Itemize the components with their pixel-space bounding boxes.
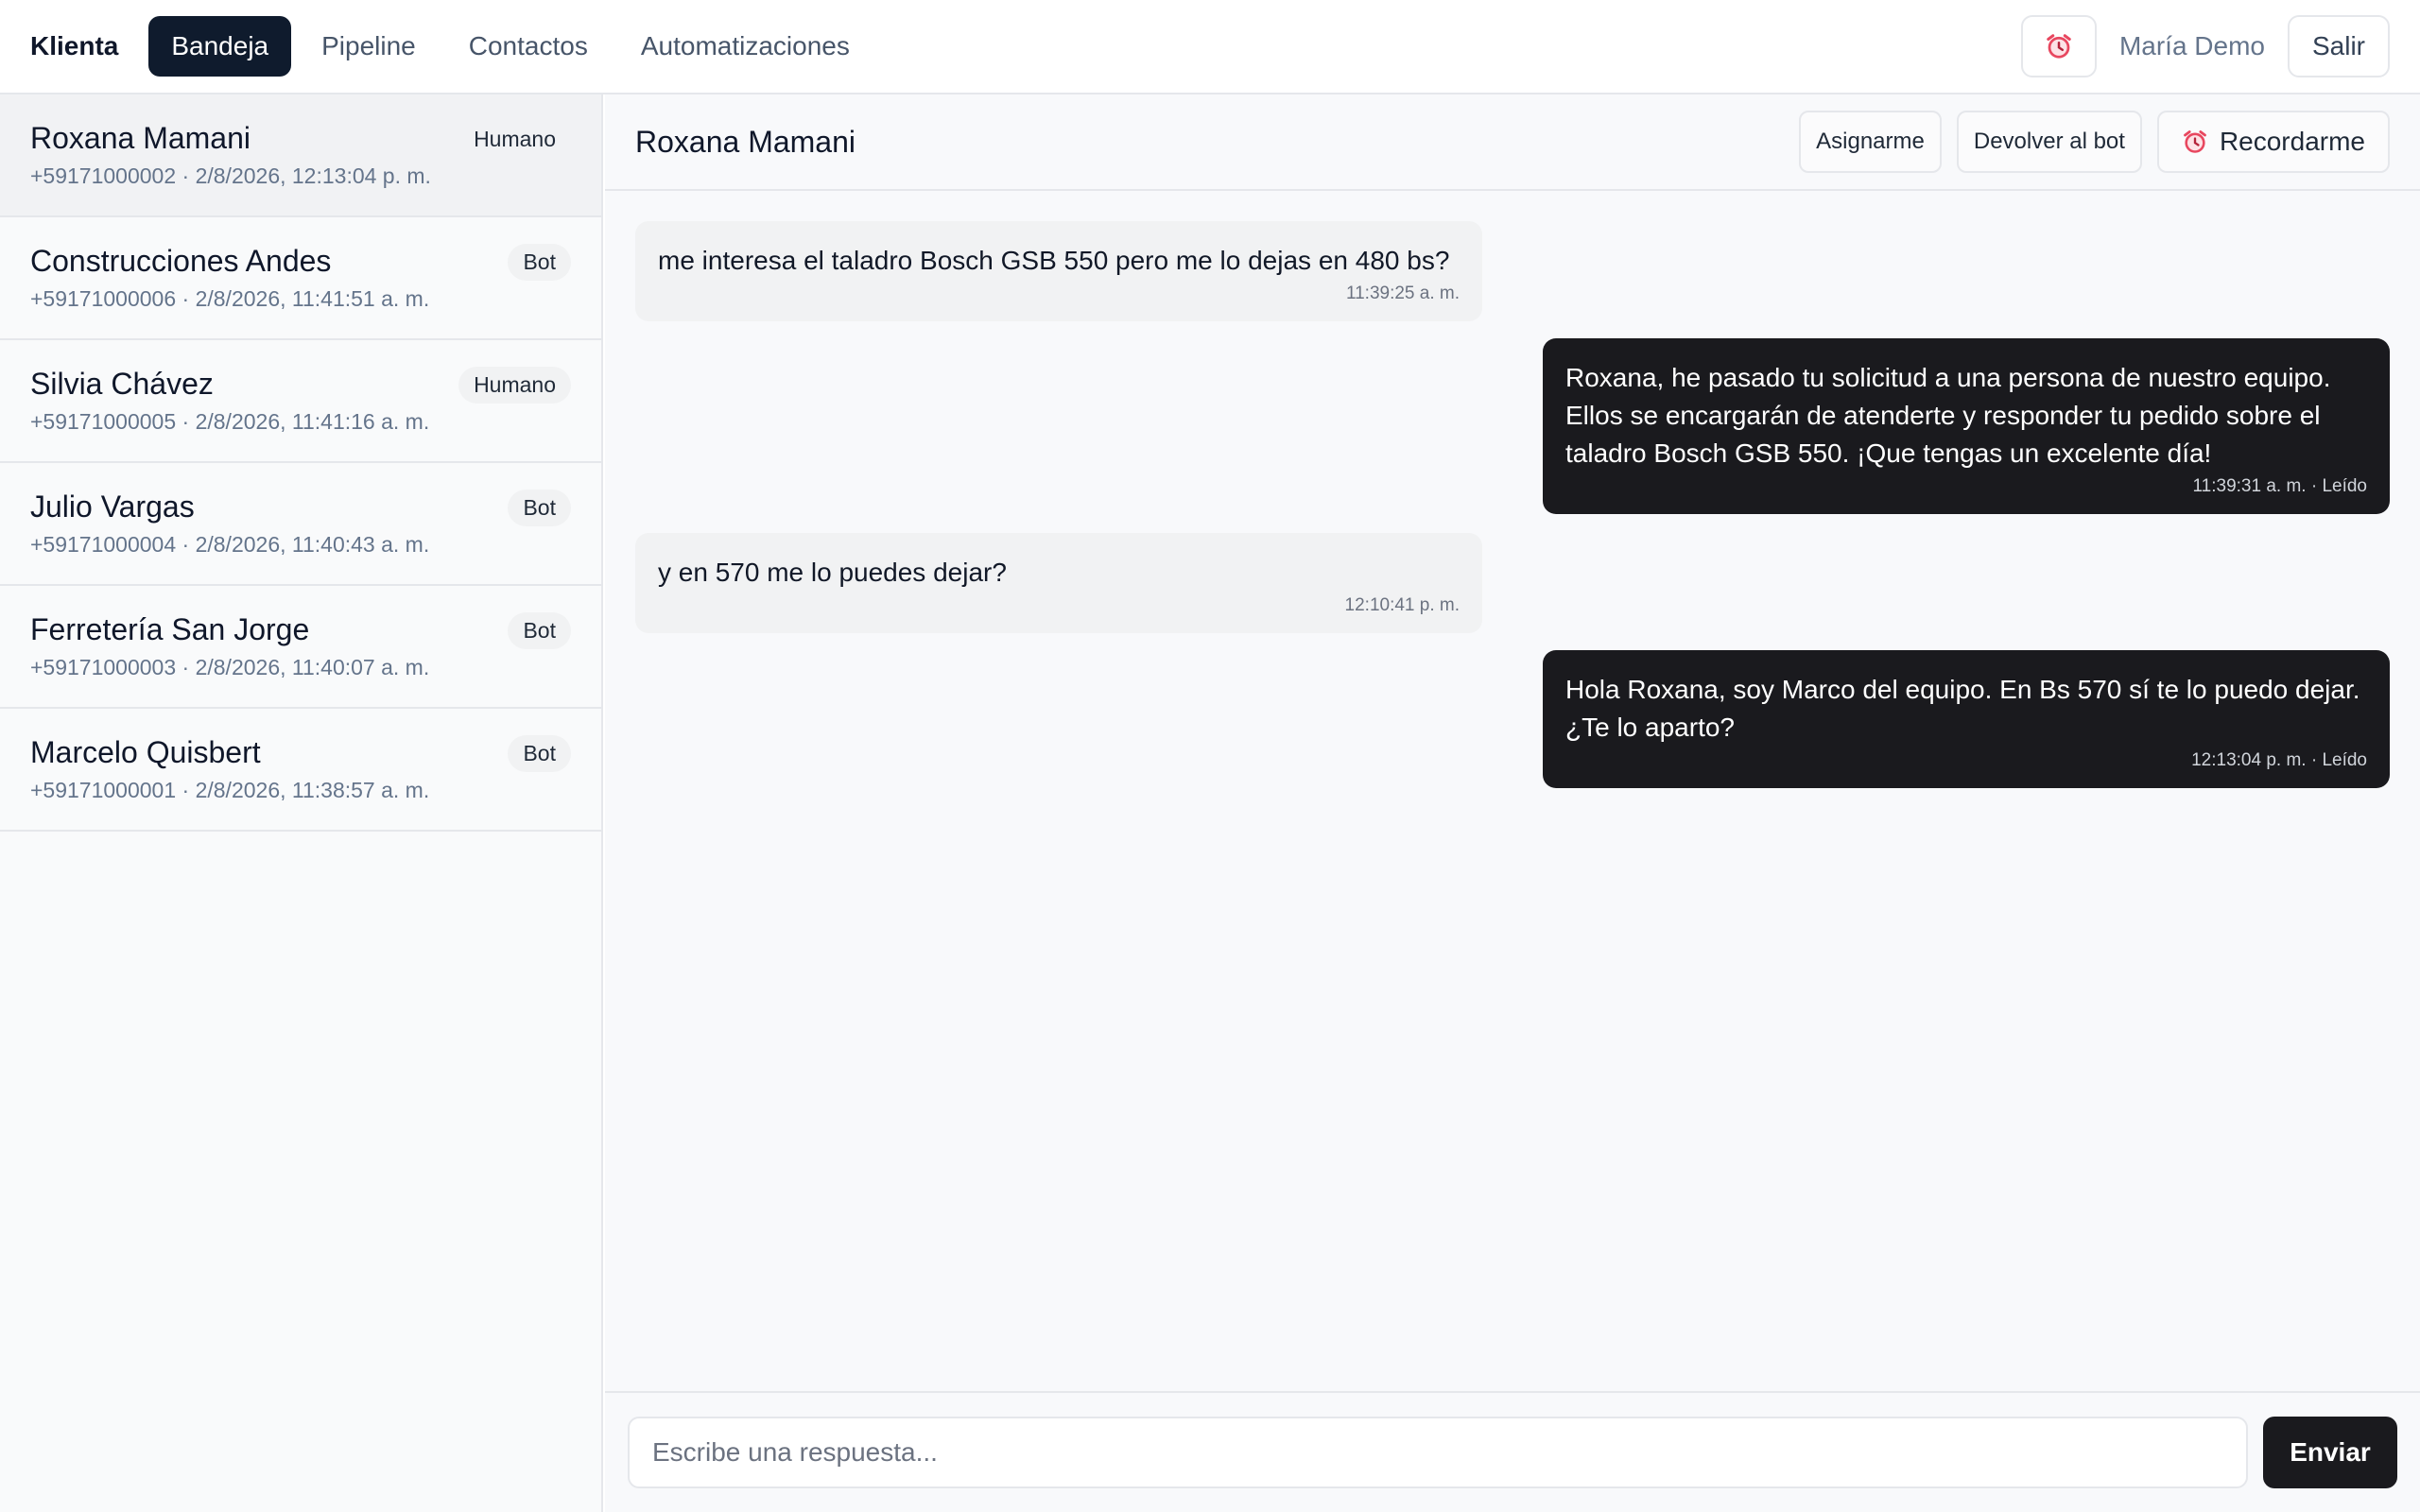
message-text: Hola Roxana, soy Marco del equipo. En Bs… — [1565, 675, 2360, 742]
message-timestamp: 12:13:04 p. m. · Leído — [2191, 750, 2367, 770]
message-thread: me interesa el taladro Bosch GSB 550 per… — [605, 191, 2420, 1391]
assign-me-button[interactable]: Asignarme — [1799, 111, 1942, 173]
chat-header: Roxana Mamani Asignarme Devolver al bot … — [605, 94, 2420, 191]
handler-badge: Bot — [508, 612, 571, 649]
conversation-item[interactable]: Construcciones Andes +59171000006 · 2/8/… — [0, 217, 601, 340]
conversation-name: Ferretería San Jorge — [30, 612, 310, 646]
send-button[interactable]: Enviar — [2263, 1417, 2397, 1488]
message-bubble-outgoing: Roxana, he pasado tu solicitud a una per… — [1543, 338, 2390, 514]
remind-me-button[interactable]: Recordarme — [2156, 111, 2390, 173]
nav-tab-contactos[interactable]: Contactos — [446, 16, 611, 77]
conversation-list: Roxana Mamani +59171000002 · 2/8/2026, 1… — [0, 94, 603, 1512]
conversation-item[interactable]: Marcelo Quisbert +59171000001 · 2/8/2026… — [0, 709, 601, 832]
alarm-clock-icon — [2182, 129, 2208, 155]
top-navigation-bar: Klienta Bandeja Pipeline Contactos Autom… — [0, 0, 2420, 94]
nav-tab-automatizaciones[interactable]: Automatizaciones — [618, 16, 873, 77]
conversation-item[interactable]: Silvia Chávez +59171000005 · 2/8/2026, 1… — [0, 340, 601, 463]
conversation-name: Marcelo Quisbert — [30, 735, 261, 769]
handler-badge: Bot — [508, 735, 571, 772]
alarm-clock-icon — [2045, 32, 2073, 60]
conversation-name: Construcciones Andes — [30, 244, 332, 278]
remind-me-label: Recordarme — [2219, 127, 2365, 156]
conversation-item[interactable]: Ferretería San Jorge +59171000003 · 2/8/… — [0, 586, 601, 709]
message-text: me interesa el taladro Bosch GSB 550 per… — [658, 246, 1450, 275]
message-timestamp: 12:10:41 p. m. — [1344, 595, 1460, 615]
message-bubble-outgoing: Hola Roxana, soy Marco del equipo. En Bs… — [1543, 650, 2390, 788]
handler-badge: Bot — [508, 244, 571, 281]
nav-tab-bandeja[interactable]: Bandeja — [148, 16, 292, 77]
conversation-meta: +59171000002 · 2/8/2026, 12:13:04 p. m. — [30, 163, 431, 188]
conversation-meta: +59171000003 · 2/8/2026, 11:40:07 a. m. — [30, 655, 430, 679]
message-bubble-incoming: y en 570 me lo puedes dejar? 12:10:41 p.… — [635, 533, 1482, 633]
brand-logo[interactable]: Klienta — [30, 31, 118, 61]
message-timestamp: 11:39:25 a. m. — [1345, 284, 1460, 303]
message-bubble-incoming: me interesa el taladro Bosch GSB 550 per… — [635, 221, 1482, 321]
reply-composer: Enviar — [605, 1391, 2420, 1512]
conversation-meta: +59171000005 · 2/8/2026, 11:41:16 a. m. — [30, 409, 430, 434]
chat-panel: Roxana Mamani Asignarme Devolver al bot … — [605, 94, 2420, 1512]
conversation-meta: +59171000004 · 2/8/2026, 11:40:43 a. m. — [30, 532, 430, 557]
nav-tab-pipeline[interactable]: Pipeline — [299, 16, 439, 77]
main-nav: Bandeja Pipeline Contactos Automatizacio… — [148, 16, 873, 77]
logout-button[interactable]: Salir — [2287, 15, 2390, 77]
chat-contact-name: Roxana Mamani — [635, 124, 856, 159]
current-user-name: María Demo — [2118, 31, 2265, 60]
message-timestamp: 11:39:31 a. m. · Leído — [2192, 476, 2368, 496]
conversation-name: Julio Vargas — [30, 490, 195, 524]
chat-actions: Asignarme Devolver al bot Recordarme — [1799, 111, 2390, 173]
message-text: y en 570 me lo puedes dejar? — [658, 558, 1007, 587]
conversation-item[interactable]: Julio Vargas +59171000004 · 2/8/2026, 11… — [0, 463, 601, 586]
reply-input[interactable] — [628, 1417, 2248, 1488]
conversation-item[interactable]: Roxana Mamani +59171000002 · 2/8/2026, 1… — [0, 94, 601, 217]
top-right-controls: María Demo Salir — [2020, 15, 2390, 77]
handler-badge: Humano — [458, 121, 571, 158]
conversation-meta: +59171000006 · 2/8/2026, 11:41:51 a. m. — [30, 286, 430, 311]
handler-badge: Humano — [458, 367, 571, 404]
conversation-meta: +59171000001 · 2/8/2026, 11:38:57 a. m. — [30, 778, 430, 802]
message-text: Roxana, he pasado tu solicitud a una per… — [1565, 363, 2331, 468]
handler-badge: Bot — [508, 490, 571, 526]
reminders-button[interactable] — [2020, 15, 2097, 77]
return-to-bot-button[interactable]: Devolver al bot — [1956, 111, 2142, 173]
